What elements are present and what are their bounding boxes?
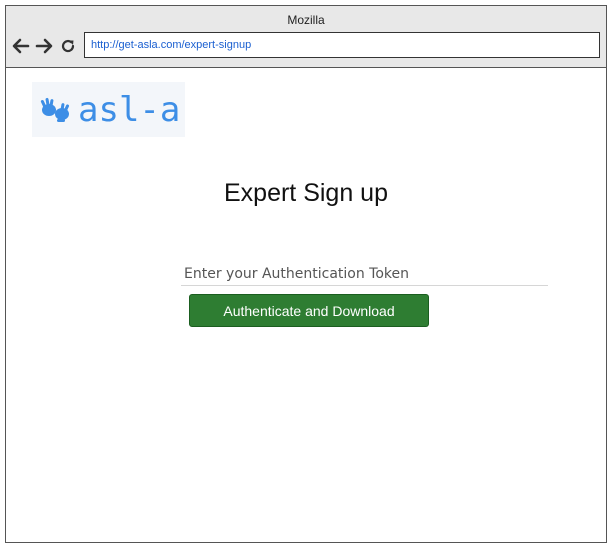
back-button[interactable] bbox=[11, 35, 31, 57]
authenticate-download-button[interactable]: Authenticate and Download bbox=[189, 294, 429, 327]
browser-window: Mozilla http://get-asla.com/expert-signu… bbox=[5, 5, 607, 543]
sign-language-hands-icon bbox=[40, 97, 70, 122]
reload-button[interactable] bbox=[58, 35, 78, 57]
reload-icon bbox=[61, 39, 75, 53]
window-title: Mozilla bbox=[287, 13, 325, 27]
arrow-left-icon bbox=[12, 38, 30, 54]
token-input[interactable] bbox=[181, 262, 548, 286]
forward-button[interactable] bbox=[34, 35, 54, 57]
browser-toolbar: Mozilla http://get-asla.com/expert-signu… bbox=[6, 6, 606, 68]
url-text: http://get-asla.com/expert-signup bbox=[91, 39, 252, 51]
asla-logo: asl-a bbox=[32, 82, 185, 137]
page-title: Expert Sign up bbox=[224, 179, 388, 207]
logo-text: asl-a bbox=[78, 89, 181, 130]
arrow-right-icon bbox=[35, 38, 53, 54]
url-bar[interactable]: http://get-asla.com/expert-signup bbox=[84, 32, 600, 58]
